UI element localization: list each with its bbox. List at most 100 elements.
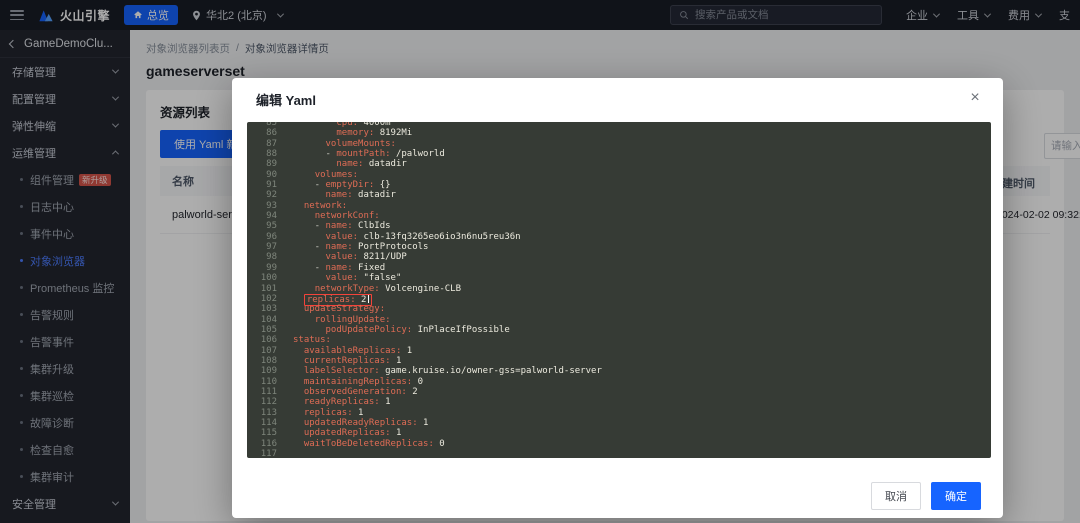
code-text: updateStrategy: xyxy=(293,304,385,314)
code-line[interactable]: 102 replicas: 2 xyxy=(247,294,991,304)
text-cursor xyxy=(368,295,369,303)
line-number: 115 xyxy=(247,428,277,438)
code-line[interactable]: 93 network: xyxy=(247,201,991,211)
code-line[interactable]: 95 - name: ClbIds xyxy=(247,221,991,231)
code-text: - name: Fixed xyxy=(293,263,385,273)
line-number: 86 xyxy=(247,128,277,138)
code-text: labelSelector: game.kruise.io/owner-gss=… xyxy=(293,366,602,376)
line-number: 96 xyxy=(247,232,277,242)
code-text: availableReplicas: 1 xyxy=(293,346,412,356)
modal-title: 编辑 Yaml xyxy=(256,90,316,109)
line-number: 117 xyxy=(247,449,277,458)
edit-yaml-modal: 编辑 Yaml × 85 cpu: 4000m86 memory: 8192Mi… xyxy=(232,78,1003,518)
confirm-button[interactable]: 确定 xyxy=(931,482,981,510)
code-line[interactable]: 86 memory: 8192Mi xyxy=(247,128,991,138)
line-number: 87 xyxy=(247,139,277,149)
code-line[interactable]: 94 networkConf: xyxy=(247,211,991,221)
code-text: value: clb-13fq3265eo6io3n6nu5reu36n xyxy=(293,232,521,242)
code-line[interactable]: 115 updatedReplicas: 1 xyxy=(247,428,991,438)
line-number: 94 xyxy=(247,211,277,221)
code-line[interactable]: 103 updateStrategy: xyxy=(247,304,991,314)
code-text: name: datadir xyxy=(293,190,396,200)
line-number: 95 xyxy=(247,221,277,231)
code-line[interactable]: 104 rollingUpdate: xyxy=(247,315,991,325)
code-text: volumes: xyxy=(293,170,358,180)
code-line[interactable]: 116 waitToBeDeletedReplicas: 0 xyxy=(247,439,991,449)
code-text: - mountPath: /palworld xyxy=(293,149,445,159)
code-line[interactable]: 90 volumes: xyxy=(247,170,991,180)
cancel-button[interactable]: 取消 xyxy=(871,482,921,510)
code-text: replicas: 2 xyxy=(293,294,372,304)
code-line[interactable]: 106status: xyxy=(247,335,991,345)
line-number: 111 xyxy=(247,387,277,397)
line-number: 100 xyxy=(247,273,277,283)
code-text: readyReplicas: 1 xyxy=(293,397,391,407)
code-text: network: xyxy=(293,201,347,211)
line-number: 112 xyxy=(247,397,277,407)
line-number: 92 xyxy=(247,190,277,200)
line-number: 88 xyxy=(247,149,277,159)
code-text: - name: PortProtocols xyxy=(293,242,428,252)
code-text: networkType: Volcengine-CLB xyxy=(293,284,461,294)
line-number: 98 xyxy=(247,252,277,262)
code-text: currentReplicas: 1 xyxy=(293,356,401,366)
code-line[interactable]: 110 maintainingReplicas: 0 xyxy=(247,377,991,387)
code-text: - emptyDir: {} xyxy=(293,180,391,190)
line-number: 99 xyxy=(247,263,277,273)
line-number: 108 xyxy=(247,356,277,366)
code-text: replicas: 1 xyxy=(293,408,363,418)
code-text: value: "false" xyxy=(293,273,401,283)
modal-footer: 取消 确定 xyxy=(871,482,981,510)
code-line[interactable]: 111 observedGeneration: 2 xyxy=(247,387,991,397)
code-line[interactable]: 89 name: datadir xyxy=(247,159,991,169)
code-text: status: xyxy=(293,335,331,345)
code-text: - name: ClbIds xyxy=(293,221,391,231)
code-text: networkConf: xyxy=(293,211,380,221)
line-number: 91 xyxy=(247,180,277,190)
code-text: podUpdatePolicy: InPlaceIfPossible xyxy=(293,325,510,335)
code-text: name: datadir xyxy=(293,159,407,169)
line-number: 104 xyxy=(247,315,277,325)
code-line[interactable]: 92 name: datadir xyxy=(247,190,991,200)
code-line[interactable]: 99 - name: Fixed xyxy=(247,263,991,273)
line-number: 110 xyxy=(247,377,277,387)
line-number: 90 xyxy=(247,170,277,180)
line-number: 93 xyxy=(247,201,277,211)
code-text: updatedReplicas: 1 xyxy=(293,428,401,438)
code-line[interactable]: 107 availableReplicas: 1 xyxy=(247,346,991,356)
line-number: 103 xyxy=(247,304,277,314)
line-number: 109 xyxy=(247,366,277,376)
code-line[interactable]: 112 readyReplicas: 1 xyxy=(247,397,991,407)
code-line[interactable]: 114 updatedReadyReplicas: 1 xyxy=(247,418,991,428)
line-number: 105 xyxy=(247,325,277,335)
code-line[interactable]: 98 value: 8211/UDP xyxy=(247,252,991,262)
code-line[interactable]: 105 podUpdatePolicy: InPlaceIfPossible xyxy=(247,325,991,335)
code-line[interactable]: 101 networkType: Volcengine-CLB xyxy=(247,284,991,294)
code-text: rollingUpdate: xyxy=(293,315,391,325)
code-line[interactable]: 113 replicas: 1 xyxy=(247,408,991,418)
code-text: maintainingReplicas: 0 xyxy=(293,377,423,387)
code-line[interactable]: 100 value: "false" xyxy=(247,273,991,283)
yaml-editor[interactable]: 85 cpu: 4000m86 memory: 8192Mi87 volumeM… xyxy=(247,122,991,458)
line-number: 107 xyxy=(247,346,277,356)
code-text: memory: 8192Mi xyxy=(293,128,412,138)
line-number: 89 xyxy=(247,159,277,169)
modal-header: 编辑 Yaml xyxy=(232,78,1003,120)
code-line[interactable]: 97 - name: PortProtocols xyxy=(247,242,991,252)
line-number: 116 xyxy=(247,439,277,449)
code-text: volumeMounts: xyxy=(293,139,396,149)
code-line[interactable]: 91 - emptyDir: {} xyxy=(247,180,991,190)
line-number: 113 xyxy=(247,408,277,418)
code-line[interactable]: 117 xyxy=(247,449,991,458)
line-number: 101 xyxy=(247,284,277,294)
code-line[interactable]: 108 currentReplicas: 1 xyxy=(247,356,991,366)
code-text: observedGeneration: 2 xyxy=(293,387,418,397)
code-line[interactable]: 109 labelSelector: game.kruise.io/owner-… xyxy=(247,366,991,376)
code-line[interactable]: 88 - mountPath: /palworld xyxy=(247,149,991,159)
line-number: 97 xyxy=(247,242,277,252)
code-line[interactable]: 96 value: clb-13fq3265eo6io3n6nu5reu36n xyxy=(247,232,991,242)
yaml-code: 85 cpu: 4000m86 memory: 8192Mi87 volumeM… xyxy=(247,122,991,458)
line-number: 102 xyxy=(247,294,277,304)
close-icon[interactable]: × xyxy=(965,88,985,108)
code-line[interactable]: 87 volumeMounts: xyxy=(247,139,991,149)
